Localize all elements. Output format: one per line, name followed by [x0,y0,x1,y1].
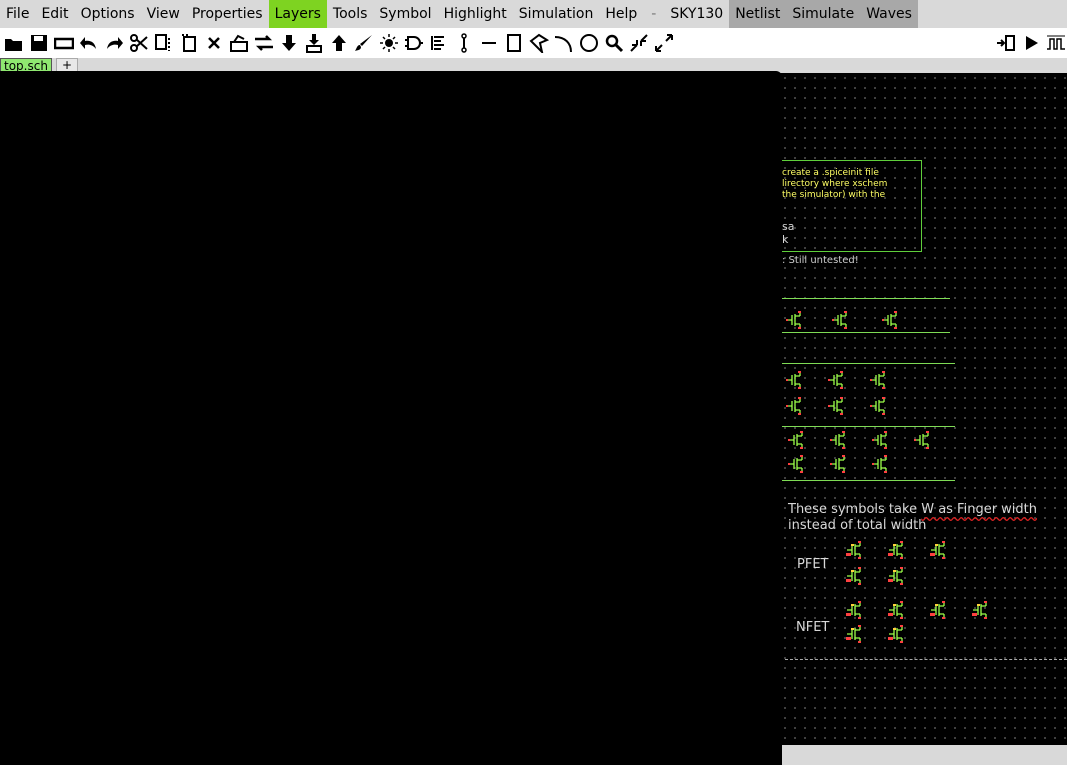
circle-icon[interactable] [578,32,600,54]
menu-bar: File Edit Options View Properties Layers… [0,0,1067,28]
undo-icon[interactable] [78,32,100,54]
fet-finger-symbol[interactable] [846,625,862,643]
gate-icon[interactable] [403,32,425,54]
menu-layers[interactable]: Layers [268,0,327,28]
fet-finger-symbol[interactable] [846,601,862,619]
fet-symbol[interactable] [830,455,846,473]
copy-icon[interactable] [153,32,175,54]
fet-symbol[interactable] [830,431,846,449]
note-line-2: lirectory where xschem [782,179,888,189]
note-line-5: sa [782,220,795,233]
netlist-go-icon[interactable] [995,32,1017,54]
horizontal-scrollbar[interactable] [782,745,1067,765]
paste-icon[interactable] [178,32,200,54]
fet-finger-symbol[interactable] [846,567,862,585]
fet-symbol[interactable] [870,397,886,415]
save-icon[interactable] [28,32,50,54]
fet-finger-symbol[interactable] [888,541,904,559]
finger-note-1-text: W as Finger width [921,502,1038,517]
note-line-3: the simulator) with the [782,190,886,200]
highlight-icon[interactable] [378,32,400,54]
fet-finger-symbol[interactable] [930,601,946,619]
fet-symbol[interactable] [872,455,888,473]
toolbar-right [992,28,1067,58]
finger-note-2: instead of total width [788,518,927,533]
redo-icon[interactable] [103,32,125,54]
menu-pdk[interactable]: SKY130 [664,0,729,28]
menu-netlist[interactable]: Netlist [729,0,787,28]
menu-tools[interactable]: Tools [327,0,374,28]
note-line-6: k [782,233,789,246]
pop-up-icon[interactable] [328,32,350,54]
fet-symbol[interactable] [828,371,844,389]
menu-options[interactable]: Options [75,0,141,28]
menu-properties[interactable]: Properties [186,0,269,28]
menu-waves[interactable]: Waves [860,0,918,28]
fet-symbol[interactable] [786,397,802,415]
zoom-icon[interactable] [603,32,625,54]
fet-symbol[interactable] [914,431,930,449]
menu-separator: - [651,6,657,22]
overlay-panel [0,71,782,765]
fet-finger-symbol[interactable] [846,541,862,559]
fet-finger-symbol[interactable] [888,625,904,643]
swap-icon[interactable] [253,32,275,54]
brush-icon[interactable] [353,32,375,54]
menu-simulation[interactable]: Simulation [513,0,600,28]
dashed-boundary [785,659,1067,660]
divider-1 [782,298,950,299]
polygon-icon[interactable] [528,32,550,54]
fet-symbol[interactable] [786,311,802,329]
push-down-icon[interactable] [278,32,300,54]
fet-finger-symbol[interactable] [888,567,904,585]
fet-finger-symbol[interactable] [972,601,988,619]
menu-highlight[interactable]: Highlight [438,0,513,28]
waveform-icon[interactable] [1045,32,1067,54]
rect-icon[interactable] [503,32,525,54]
align-icon[interactable] [428,32,450,54]
toolbar [0,28,1067,58]
line-icon[interactable] [478,32,500,54]
fet-symbol[interactable] [788,455,804,473]
fet-symbol[interactable] [786,371,802,389]
divider-4 [782,426,955,427]
zoom-out-icon[interactable] [628,32,650,54]
divider-3 [782,363,955,364]
delete-icon[interactable] [203,32,225,54]
insert-symbol-icon[interactable] [228,32,250,54]
fet-symbol[interactable] [788,431,804,449]
note-line-1: create a .spiceinit file [782,168,879,178]
pfet-label: PFET [797,557,829,572]
open-icon[interactable] [3,32,25,54]
finger-note-1: These symbols take W as Finger width [788,502,1038,517]
fet-symbol[interactable] [828,397,844,415]
fet-finger-symbol[interactable] [888,601,904,619]
menu-symbol[interactable]: Symbol [373,0,437,28]
fet-symbol[interactable] [882,311,898,329]
menu-view[interactable]: View [141,0,186,28]
untested-note: : Still untested! [782,255,859,266]
play-icon[interactable] [1020,32,1042,54]
divider-5 [782,480,955,481]
fet-symbol[interactable] [832,311,848,329]
menu-file[interactable]: File [0,0,35,28]
pin-icon[interactable] [453,32,475,54]
nfet-label: NFET [796,620,830,635]
menu-edit[interactable]: Edit [35,0,74,28]
zoom-fit-icon[interactable] [653,32,675,54]
fet-finger-symbol[interactable] [930,541,946,559]
cut-icon[interactable] [128,32,150,54]
menu-help[interactable]: Help [599,0,643,28]
divider-2 [782,332,950,333]
fet-symbol[interactable] [872,431,888,449]
fet-symbol[interactable] [870,371,886,389]
reload-icon[interactable] [53,32,75,54]
menu-simulate[interactable]: Simulate [786,0,861,28]
arc-icon[interactable] [553,32,575,54]
push-down-sym-icon[interactable] [303,32,325,54]
